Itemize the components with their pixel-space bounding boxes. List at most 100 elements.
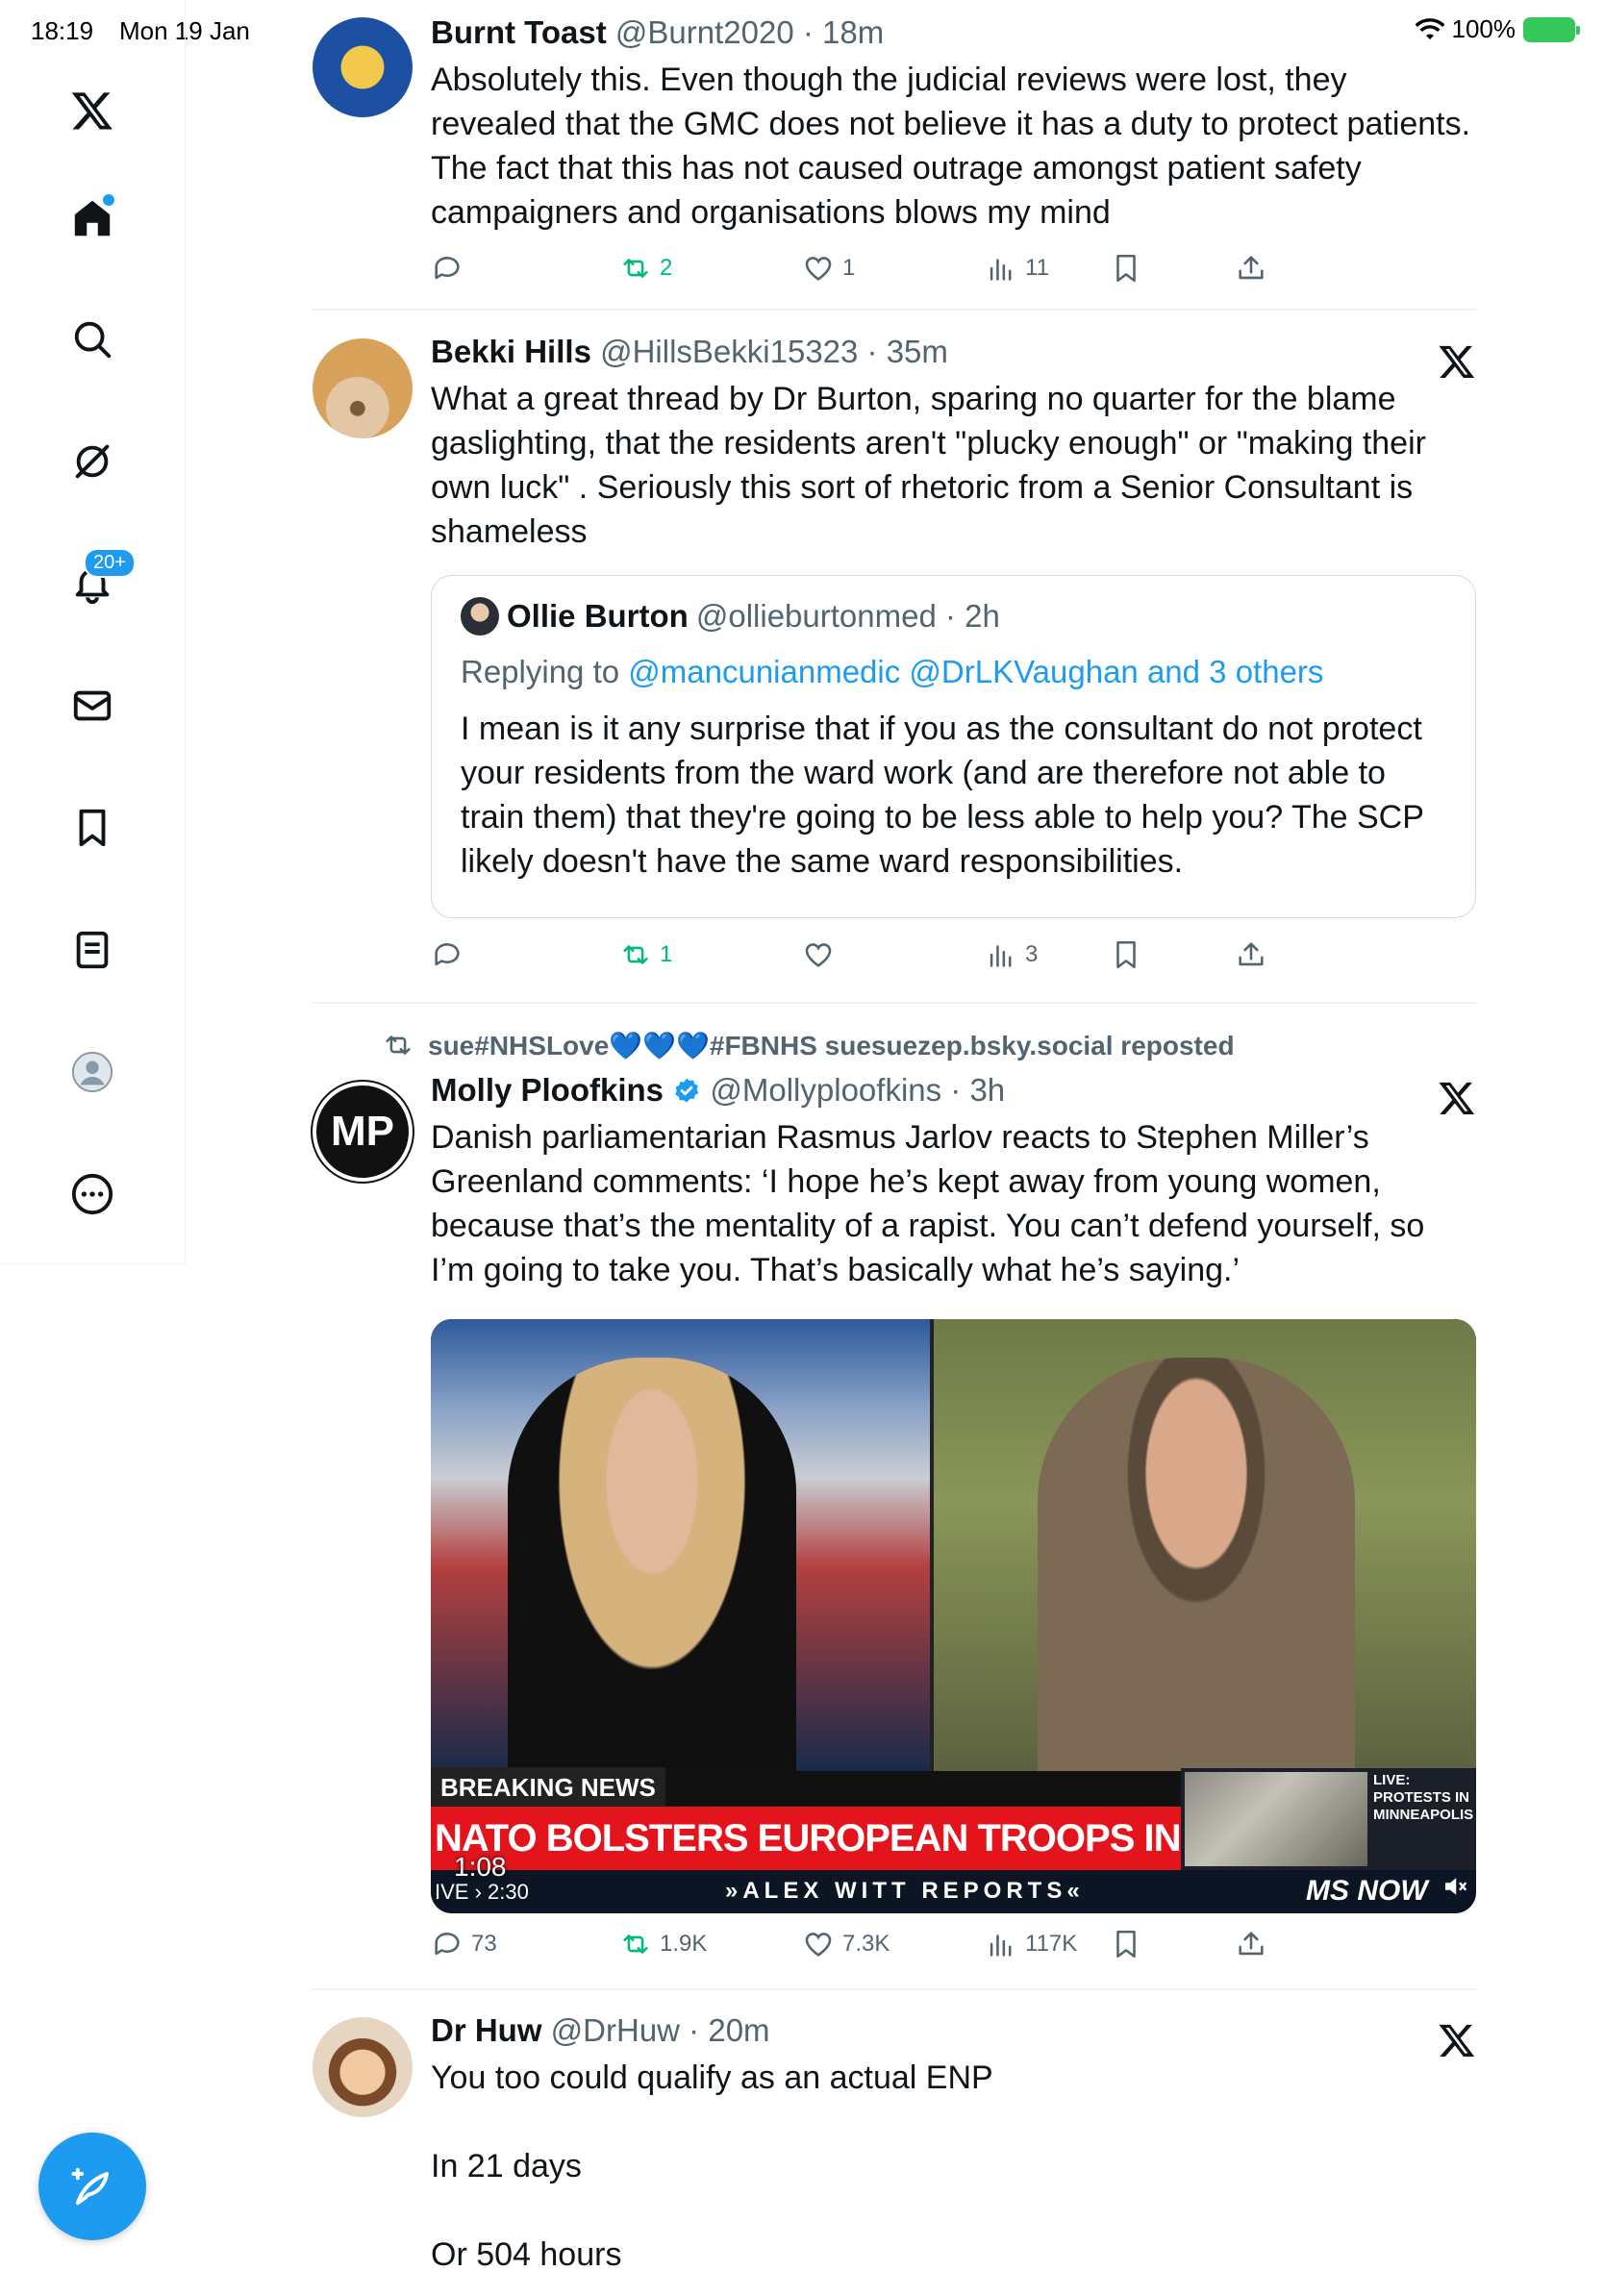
replying-to-label: Replying to — [461, 654, 620, 689]
nav-more[interactable] — [63, 1164, 122, 1224]
reposted-by-line[interactable]: sue#NHSLove💙💙💙#FBNHS suesuezep.bsky.soci… — [382, 1029, 1235, 1061]
author-name[interactable]: Dr Huw — [431, 2012, 542, 2048]
avatar[interactable] — [313, 17, 413, 117]
reply-button[interactable] — [431, 252, 471, 285]
share-button[interactable] — [1235, 252, 1267, 285]
video-player[interactable]: BREAKING NEWS NATO BOLSTERS EUROPEAN TRO… — [431, 1319, 1476, 1913]
nav-explore[interactable] — [63, 310, 122, 369]
heart-icon — [805, 257, 832, 281]
like-button[interactable] — [802, 938, 842, 971]
share-icon — [1239, 942, 1264, 966]
repost-button[interactable]: 1 — [619, 938, 672, 971]
repost-icon — [386, 1036, 411, 1055]
replying-to-mentions[interactable]: @mancunianmedic @DrLKVaughan and 3 other… — [628, 654, 1323, 689]
view-count: 3 — [1025, 941, 1039, 967]
show-name: »ALEX WITT REPORTS« — [725, 1878, 1085, 1904]
replying-to: Replying to @mancunianmedic @DrLKVaughan… — [461, 653, 1446, 691]
x-logo-icon[interactable] — [63, 81, 122, 140]
live-label: LIVE: PROTESTS IN MINNEAPOLIS — [1373, 1772, 1474, 1823]
search-icon — [74, 321, 112, 359]
nav-grok[interactable] — [63, 432, 122, 491]
repost-count: 2 — [660, 255, 673, 281]
profile-avatar-icon — [71, 1051, 113, 1093]
repost-icon — [623, 259, 648, 278]
nav-messages[interactable] — [63, 676, 122, 736]
tweet-header: Bekki Hills @HillsBekki15323 · 35m — [431, 333, 1476, 371]
repost-icon — [623, 945, 648, 964]
tweet-body: Dr Huw @DrHuw · 20m You too could qualif… — [431, 2011, 1476, 2277]
tweet-actions: 2 1 11 — [431, 252, 1354, 294]
compose-feather-icon — [71, 2167, 110, 2206]
reply-button[interactable] — [431, 938, 471, 971]
author-name[interactable]: Bekki Hills — [431, 334, 591, 369]
reply-icon — [435, 943, 460, 966]
reply-icon — [435, 257, 460, 280]
tweet-text: Danish parliamentarian Rasmus Jarlov rea… — [431, 1119, 1434, 1288]
nav-home[interactable] — [63, 188, 122, 248]
tweet-text: What a great thread by Dr Burton, sparin… — [431, 381, 1436, 550]
like-button[interactable]: 1 — [802, 252, 855, 285]
tweet-actions: 73 1.9K 7.3K 117K — [431, 1928, 1354, 1970]
reply-count: 73 — [471, 1931, 497, 1957]
x-logo-icon — [1439, 345, 1475, 378]
heart-icon — [805, 943, 832, 967]
envelope-icon — [73, 690, 112, 721]
quoted-tweet[interactable]: Ollie Burton @ollieburtonmed · 2h Replyi… — [431, 575, 1476, 918]
tweet-divider — [313, 1988, 1476, 1990]
video-presenter — [508, 1358, 796, 1771]
bookmark-icon — [1116, 1930, 1136, 1959]
tweet-body: Molly Ploofkins @Mollyploofkins · 3h Dan… — [431, 1071, 1476, 1292]
breaking-news-label: BREAKING NEWS — [431, 1767, 665, 1809]
like-count: 1 — [842, 255, 856, 281]
quoted-tweet-header: Ollie Burton @ollieburtonmed · 2h — [461, 597, 1446, 636]
views-button[interactable]: 11 — [985, 252, 1049, 285]
nav-lists[interactable] — [63, 920, 122, 980]
avatar[interactable] — [313, 338, 413, 438]
avatar[interactable]: MP — [313, 1082, 413, 1182]
bookmark-button[interactable] — [1110, 1928, 1142, 1960]
repost-button[interactable]: 1.9K — [619, 1928, 707, 1960]
like-button[interactable]: 7.3K — [802, 1928, 890, 1960]
share-button[interactable] — [1235, 938, 1267, 971]
tweet-body: Bekki Hills @HillsBekki15323 · 35m What … — [431, 333, 1476, 554]
video-right-panel — [932, 1319, 1476, 1771]
bookmark-icon — [1116, 254, 1136, 283]
tweet-header: Burnt Toast @Burnt2020 · 18m — [431, 13, 1476, 52]
nav-notifications[interactable]: 20+ — [63, 548, 136, 613]
repost-count: 1 — [660, 941, 673, 967]
views-button[interactable]: 117K — [985, 1928, 1077, 1960]
views-chart-icon — [990, 1934, 1012, 1957]
live-inset: LIVE: PROTESTS IN MINNEAPOLIS — [1181, 1768, 1476, 1870]
compose-post-button[interactable] — [38, 2133, 146, 2240]
share-button[interactable] — [1235, 1928, 1267, 1960]
tweet-text: Absolutely this. Even though the judicia… — [431, 62, 1479, 231]
reply-button[interactable]: 73 — [431, 1928, 497, 1960]
view-count: 11 — [1025, 255, 1049, 281]
bookmark-icon — [1116, 940, 1136, 969]
mute-icon[interactable] — [1441, 1872, 1469, 1901]
bookmark-button[interactable] — [1110, 252, 1142, 285]
author-name[interactable]: Molly Ploofkins — [431, 1072, 664, 1108]
heart-icon — [805, 1933, 832, 1957]
verified-badge-icon — [675, 1078, 699, 1103]
nav-profile[interactable] — [63, 1042, 122, 1102]
bookmark-button[interactable] — [1110, 938, 1142, 971]
views-button[interactable]: 3 — [985, 938, 1038, 971]
tweet-text: You too could qualify as an actual ENP I… — [431, 2059, 993, 2273]
video-left-panel — [431, 1319, 932, 1771]
x-logo-icon — [1439, 2024, 1475, 2057]
tweet-actions: 1 3 — [431, 938, 1354, 981]
like-count: 7.3K — [842, 1931, 890, 1957]
list-icon — [76, 931, 109, 969]
grok-icon — [75, 444, 110, 479]
author-meta: @Mollyploofkins · 3h — [710, 1072, 1006, 1108]
repost-icon — [623, 1934, 648, 1954]
author-meta: @Burnt2020 · 18m — [614, 14, 885, 50]
view-count: 117K — [1025, 1931, 1078, 1957]
share-icon — [1239, 256, 1264, 280]
repost-button[interactable]: 2 — [619, 252, 672, 285]
author-name[interactable]: Burnt Toast — [431, 14, 607, 50]
avatar[interactable] — [313, 2017, 413, 2117]
nav-bookmarks[interactable] — [63, 798, 122, 858]
video-clock: IVE › 2:30 — [435, 1880, 529, 1904]
